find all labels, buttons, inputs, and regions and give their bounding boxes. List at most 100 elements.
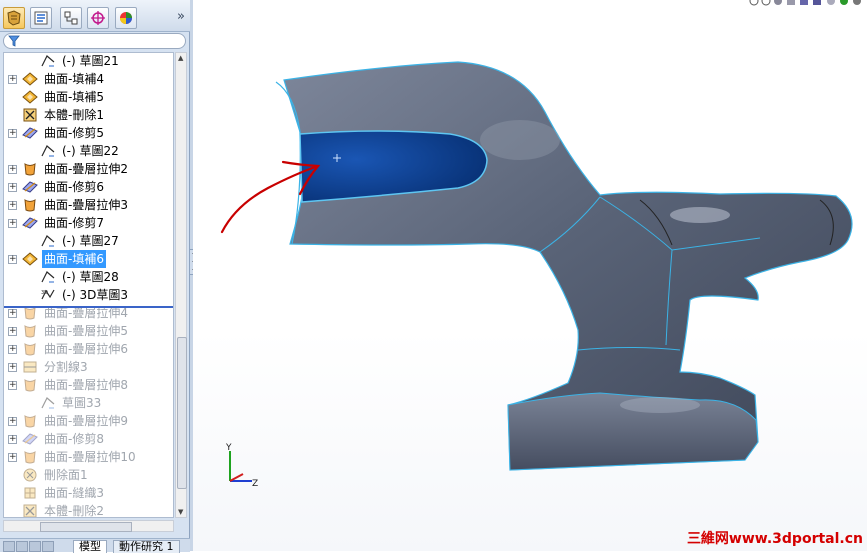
previous-view-icon[interactable] bbox=[774, 0, 782, 5]
previous-tab-icon[interactable] bbox=[16, 541, 28, 552]
rollback-bar[interactable] bbox=[4, 306, 173, 308]
tree-item[interactable]: + 曲面-疊層拉伸2 bbox=[4, 160, 173, 178]
tree-item[interactable]: (-) 草圖27 bbox=[4, 232, 173, 250]
first-tab-icon[interactable] bbox=[3, 541, 15, 552]
loft-surface-icon bbox=[22, 197, 38, 213]
dimxpert-icon[interactable] bbox=[87, 7, 109, 29]
display-manager-icon[interactable] bbox=[115, 7, 137, 29]
tab-model[interactable]: 模型 bbox=[73, 540, 107, 553]
expand-icon[interactable]: + bbox=[8, 201, 17, 210]
tree-horizontal-scrollbar[interactable] bbox=[3, 520, 174, 532]
sketch-icon bbox=[40, 53, 56, 69]
expand-icon[interactable]: + bbox=[8, 75, 17, 84]
view-triad: Y Z bbox=[225, 443, 258, 489]
loft-surface-icon bbox=[22, 161, 38, 177]
tree-item[interactable]: 本體-刪除2 bbox=[4, 502, 173, 518]
panel-toolbar: » bbox=[0, 0, 190, 32]
expand-icon[interactable]: + bbox=[8, 183, 17, 192]
expand-icon[interactable]: + bbox=[8, 435, 17, 444]
expand-icon[interactable]: + bbox=[8, 255, 17, 264]
scroll-thumb[interactable] bbox=[177, 337, 187, 489]
scroll-up-icon[interactable]: ▲ bbox=[178, 54, 183, 62]
tree-item[interactable]: (-) 草圖28 bbox=[4, 268, 173, 286]
expand-icon[interactable]: + bbox=[8, 363, 17, 372]
tree-vertical-scrollbar[interactable]: ▲ ▼ bbox=[175, 52, 187, 518]
tree-item-label: 曲面-填補6 bbox=[42, 250, 106, 268]
feature-manager-icon[interactable] bbox=[3, 7, 25, 29]
tree-item[interactable]: + 曲面-修剪7 bbox=[4, 214, 173, 232]
expand-icon[interactable]: + bbox=[8, 165, 17, 174]
tree-item[interactable]: + 曲面-疊層拉伸6 bbox=[4, 340, 173, 358]
tree-item-label: (-) 草圖28 bbox=[62, 270, 119, 284]
expand-icon[interactable]: + bbox=[8, 327, 17, 336]
tree-item-label: 草圖33 bbox=[62, 396, 102, 410]
tree-item[interactable]: + 曲面-疊層拉伸5 bbox=[4, 322, 173, 340]
tree-item[interactable]: + 曲面-修剪8 bbox=[4, 430, 173, 448]
zoom-to-fit-icon[interactable] bbox=[749, 0, 759, 6]
tree-item[interactable]: 曲面-填補5 bbox=[4, 88, 173, 106]
tree-item[interactable]: + 曲面-修剪5 bbox=[4, 124, 173, 142]
tab-motion-study-1[interactable]: 動作研究 1 bbox=[113, 540, 180, 553]
graphics-area[interactable]: Y Z 三維网www.3dportal.cn bbox=[193, 0, 867, 551]
fill-surface-icon bbox=[22, 71, 38, 87]
tree-item[interactable]: + 曲面-疊層拉伸10 bbox=[4, 448, 173, 466]
svg-text:3D: 3D bbox=[41, 290, 48, 296]
tree-item[interactable]: + 曲面-填補6 bbox=[4, 250, 173, 268]
tree-item-label: 曲面-疊層拉伸5 bbox=[44, 324, 128, 338]
hide-show-icon[interactable] bbox=[827, 0, 835, 5]
section-view-icon[interactable] bbox=[787, 0, 795, 5]
loft-surface-icon bbox=[22, 377, 38, 393]
tree-item-label: 曲面-疊層拉伸9 bbox=[44, 414, 128, 428]
property-manager-icon[interactable] bbox=[30, 7, 52, 29]
tree-item[interactable]: + 曲面-填補4 bbox=[4, 70, 173, 88]
sketch-icon bbox=[40, 395, 56, 411]
tree-item[interactable]: 本體-刪除1 bbox=[4, 106, 173, 124]
tree-item-label: 本體-刪除2 bbox=[44, 504, 104, 518]
scroll-thumb-horizontal[interactable] bbox=[40, 522, 132, 532]
scene-icon[interactable] bbox=[853, 0, 861, 5]
tree-item[interactable]: 刪除面1 bbox=[4, 466, 173, 484]
appearance-icon[interactable] bbox=[840, 0, 848, 5]
view-orientation-icon[interactable] bbox=[800, 0, 808, 5]
tree-item[interactable]: + 曲面-疊層拉伸3 bbox=[4, 196, 173, 214]
knit-surface-icon bbox=[22, 485, 38, 501]
tree-item[interactable]: 3D (-) 3D草圖3 bbox=[4, 286, 173, 304]
feature-manager-panel: » (-) 草圖21 + 曲面-填補4 曲面-填補5 本體-刪除1 + 曲面-修剪5 (-) … bbox=[0, 0, 190, 553]
tree-item[interactable]: + 曲面-修剪6 bbox=[4, 178, 173, 196]
tree-item[interactable]: 曲面-縫織3 bbox=[4, 484, 173, 502]
triad-z-label: Z bbox=[252, 479, 258, 489]
tree-item[interactable]: (-) 草圖22 bbox=[4, 142, 173, 160]
sketch-icon bbox=[40, 269, 56, 285]
surface-model[interactable] bbox=[275, 61, 853, 471]
display-style-icon[interactable] bbox=[813, 0, 821, 5]
tree-item[interactable]: 草圖33 bbox=[4, 394, 173, 412]
collapse-icon[interactable]: » bbox=[177, 9, 185, 24]
tree-item[interactable]: + 曲面-疊層拉伸9 bbox=[4, 412, 173, 430]
tree-item-label: 分割線3 bbox=[44, 360, 88, 374]
expand-icon[interactable]: + bbox=[8, 309, 17, 318]
tree-item-label: 曲面-修剪5 bbox=[44, 126, 104, 140]
tree-item-label: 曲面-疊層拉伸6 bbox=[44, 342, 128, 356]
last-tab-icon[interactable] bbox=[42, 541, 54, 552]
tree-item[interactable]: + 曲面-疊層拉伸8 bbox=[4, 376, 173, 394]
tree-filter-input[interactable] bbox=[3, 33, 186, 49]
expand-icon[interactable]: + bbox=[8, 417, 17, 426]
loft-surface-icon bbox=[22, 323, 38, 339]
expand-icon[interactable]: + bbox=[8, 453, 17, 462]
configuration-manager-icon[interactable] bbox=[60, 7, 82, 29]
loft-surface-icon bbox=[22, 449, 38, 465]
next-tab-icon[interactable] bbox=[29, 541, 41, 552]
tree-item-label: 曲面-縫織3 bbox=[44, 486, 104, 500]
delete-face-icon bbox=[22, 467, 38, 483]
expand-icon[interactable]: + bbox=[8, 345, 17, 354]
tree-item[interactable]: (-) 草圖21 bbox=[4, 53, 173, 70]
expand-icon[interactable]: + bbox=[8, 219, 17, 228]
scroll-down-icon[interactable]: ▼ bbox=[178, 508, 183, 516]
tree-item-label: 曲面-修剪6 bbox=[44, 180, 104, 194]
tree-item[interactable]: + 分割線3 bbox=[4, 358, 173, 376]
funnel-icon bbox=[8, 35, 20, 47]
zoom-area-icon[interactable] bbox=[761, 0, 771, 6]
loft-surface-icon bbox=[22, 341, 38, 357]
expand-icon[interactable]: + bbox=[8, 129, 17, 138]
expand-icon[interactable]: + bbox=[8, 381, 17, 390]
